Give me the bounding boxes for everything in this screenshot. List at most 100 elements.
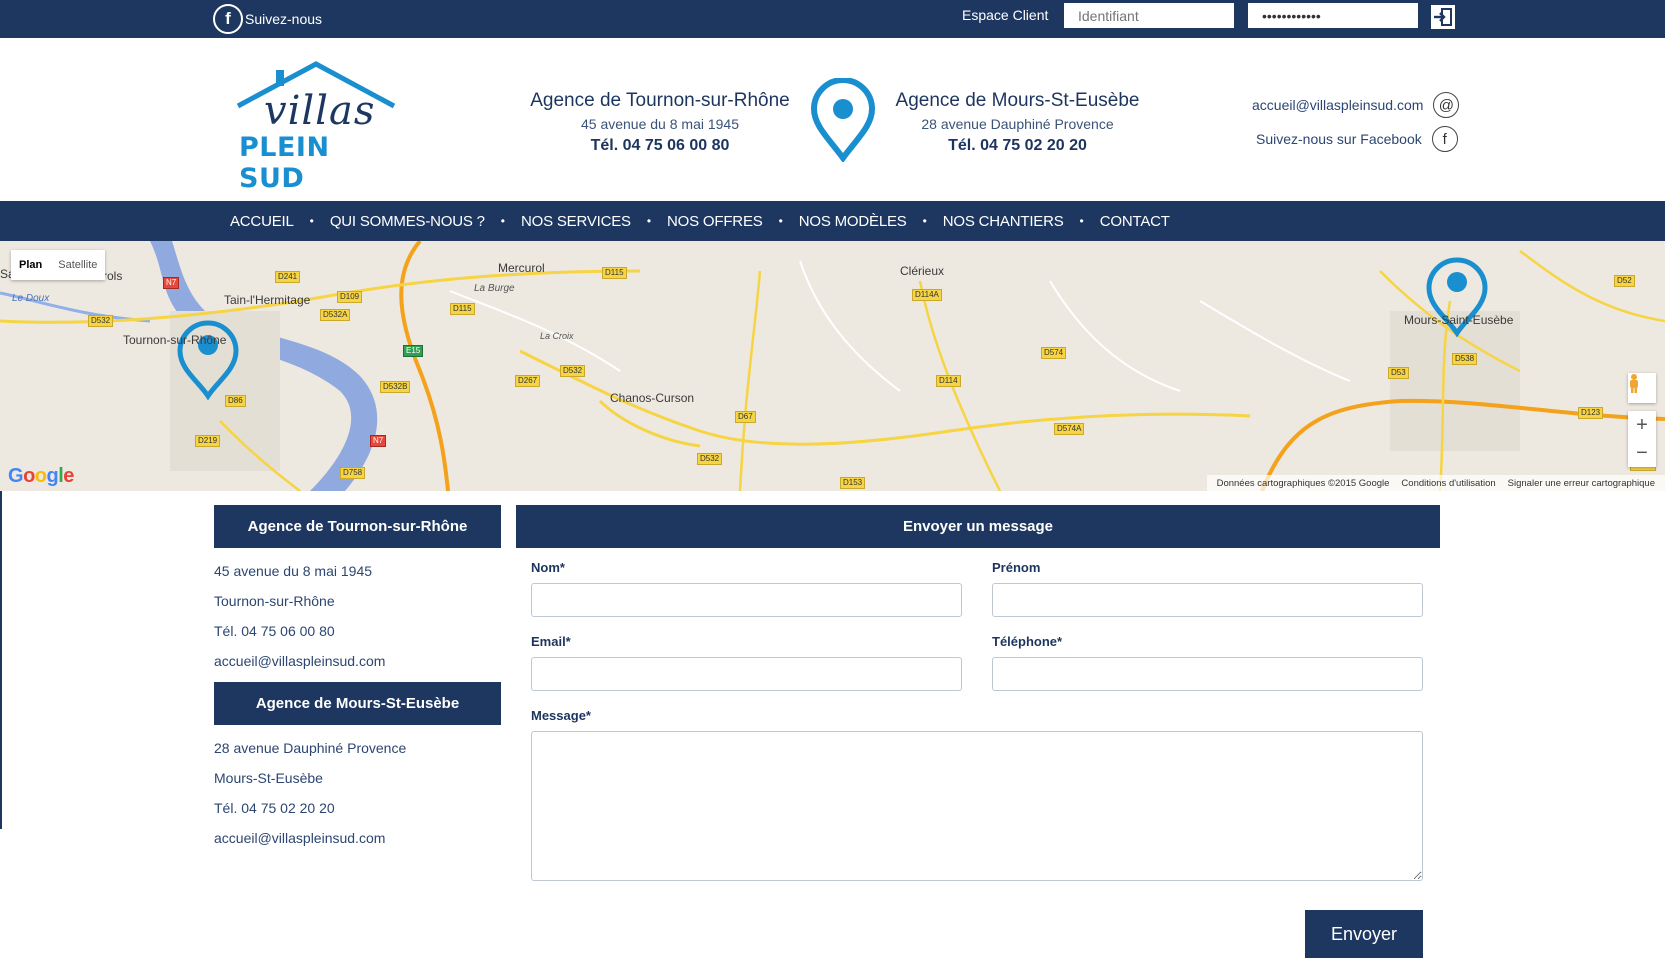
espace-client-label: Espace Client (962, 7, 1049, 23)
map-place-label: rols (103, 269, 123, 283)
zoom-control: + − (1628, 411, 1656, 467)
message-label: Message* (531, 708, 591, 723)
agency-phone: Tél. 04 75 02 20 20 (948, 137, 1087, 154)
agency-address: 45 avenue du 8 mai 1945 (580, 116, 739, 132)
nav-item-nos-services[interactable]: NOS SERVICES (521, 213, 631, 230)
map-satellite-button[interactable]: Satellite (50, 259, 105, 271)
contact-form: Envoyer un message (516, 505, 1440, 548)
map-controls: + − (1628, 373, 1656, 467)
agency-phone: Tél. 04 75 06 00 80 (590, 137, 730, 154)
password-input[interactable] (1248, 3, 1418, 28)
road-tag: D53 (1388, 367, 1409, 379)
prenom-input[interactable] (992, 583, 1423, 617)
road-tag: D532A (320, 309, 351, 321)
nav-item-accueil[interactable]: ACCUEIL (230, 213, 294, 230)
nav-link-label[interactable]: ACCUEIL (230, 213, 294, 230)
header-email-link[interactable]: accueil@villaspleinsud.com @ (1252, 92, 1460, 118)
nav-item-contact[interactable]: CONTACT (1100, 213, 1170, 230)
road-tag: D114 (936, 375, 961, 387)
nav-link-label[interactable]: NOS SERVICES (521, 213, 631, 230)
road-tag: D758 (340, 467, 366, 479)
road-tag: D219 (195, 435, 221, 447)
road-tag: D115 (450, 303, 475, 315)
zoom-in-button[interactable]: + (1628, 411, 1656, 439)
road-tag: D52 (1614, 275, 1635, 287)
facebook-text: Suivez-nous sur Facebook (1256, 131, 1422, 147)
nav-separator: • (778, 214, 783, 228)
agency-mours-title: Agence de Mours-St-Eusèbe (214, 682, 501, 725)
road-tag: N7 (370, 435, 387, 447)
telephone-input[interactable] (992, 657, 1423, 691)
road-tag: D86 (225, 395, 246, 407)
nav-link-label[interactable]: NOS OFFRES (667, 213, 763, 230)
google-logo-text: Google (8, 465, 74, 487)
map-place-label: Chanos-Curson (610, 391, 695, 405)
nav-link-label[interactable]: NOS CHANTIERS (943, 213, 1064, 230)
map-place-label: Mercurol (498, 261, 545, 275)
prenom-label: Prénom (992, 560, 1041, 575)
nav-link-label[interactable]: CONTACT (1100, 213, 1170, 230)
agency-phone: Tél. 04 75 06 00 80 (214, 623, 335, 639)
road-tag: N7 (163, 277, 180, 289)
header-agency-tournon: Agence de Tournon-sur-Rhône 45 avenue du… (525, 90, 795, 155)
agency-tournon-info: 45 avenue du 8 mai 1945 Tournon-sur-Rhôn… (214, 548, 501, 676)
agencies-column: Agence de Tournon-sur-Rhône 45 avenue du… (214, 505, 501, 853)
nav-item-qui-sommes-nous[interactable]: QUI SOMMES-NOUS ? (330, 213, 485, 230)
google-logo[interactable]: Google (8, 465, 74, 488)
sign-in-icon (1434, 8, 1452, 26)
login-button[interactable] (1431, 5, 1455, 29)
road-tag: D574 (1041, 347, 1067, 359)
google-map[interactable]: Sa rols Le Doux Mercurol Clérieux Tain-l… (0, 241, 1665, 491)
facebook-icon: f (213, 4, 243, 34)
nav-separator: • (922, 214, 927, 228)
road-tag: D109 (337, 291, 363, 303)
nav-item-nos-chantiers[interactable]: NOS CHANTIERS (943, 213, 1064, 230)
agency-name: Agence de Tournon-sur-Rhône (530, 90, 790, 111)
email-input[interactable] (531, 657, 962, 691)
agency-city: Tournon-sur-Rhône (214, 593, 335, 609)
nav-item-nos-modeles[interactable]: NOS MODÈLES (799, 213, 907, 230)
send-button[interactable]: Envoyer (1305, 910, 1423, 958)
email-text: accueil@villaspleinsud.com (1252, 97, 1424, 113)
map-terms-link[interactable]: Conditions d'utilisation (1401, 478, 1495, 489)
agency-name: Agence de Mours-St-Eusèbe (895, 90, 1140, 111)
zoom-out-button[interactable]: − (1628, 439, 1656, 467)
map-plan-button[interactable]: Plan (11, 259, 50, 271)
street-view-pegman-icon[interactable] (1628, 373, 1656, 403)
nav-item-nos-offres[interactable]: NOS OFFRES (667, 213, 763, 230)
road-tag: D532 (88, 315, 114, 327)
agency-address: 28 avenue Dauphiné Provence (921, 116, 1114, 132)
header-facebook-link[interactable]: Suivez-nous sur Facebook f (1256, 126, 1458, 152)
site-header: villas PLEIN SUD Agence de Tournon-sur-R… (0, 38, 1665, 201)
map-canvas (0, 241, 1665, 491)
nav-link-label[interactable]: NOS MODÈLES (799, 213, 907, 230)
nav-link-label[interactable]: QUI SOMMES-NOUS ? (330, 213, 485, 230)
logo-text-plein-sud: PLEIN SUD (239, 132, 330, 194)
nom-label: Nom* (531, 560, 565, 575)
site-logo[interactable]: villas PLEIN SUD (234, 58, 404, 194)
road-tag: D532B (380, 381, 411, 393)
follow-us-link[interactable]: f Suivez-nous (213, 3, 322, 35)
map-place-label: Le Doux (12, 293, 50, 304)
message-textarea[interactable] (531, 731, 1423, 881)
agency-email-link[interactable]: accueil@villaspleinsud.com (214, 646, 501, 676)
agency-mours-info: 28 avenue Dauphiné Provence Mours-St-Eus… (214, 725, 501, 853)
road-tag: D241 (275, 271, 301, 283)
map-report-link[interactable]: Signaler une erreur cartographique (1508, 478, 1655, 489)
telephone-label: Téléphone* (992, 634, 1063, 649)
username-input[interactable] (1064, 3, 1234, 28)
road-tag: D532 (697, 453, 723, 465)
at-sign-icon: @ (1433, 92, 1460, 118)
agency-address: 45 avenue du 8 mai 1945 (214, 563, 373, 579)
main-nav: ACCUEIL • QUI SOMMES-NOUS ? • NOS SERVICES • N… (0, 201, 1665, 241)
agency-tournon-title: Agence de Tournon-sur-Rhône (214, 505, 501, 548)
agency-phone: Tél. 04 75 02 20 20 (214, 800, 335, 816)
nom-input[interactable] (531, 583, 962, 617)
left-edge-rule (0, 491, 2, 829)
map-attribution: Données cartographiques ©2015 Google Con… (1206, 475, 1665, 491)
map-place-label: La Burge (474, 283, 515, 294)
email-label: Email* (531, 634, 571, 649)
location-pin-icon (810, 78, 876, 162)
agency-city: Mours-St-Eusèbe (214, 770, 323, 786)
agency-email-link[interactable]: accueil@villaspleinsud.com (214, 823, 501, 853)
